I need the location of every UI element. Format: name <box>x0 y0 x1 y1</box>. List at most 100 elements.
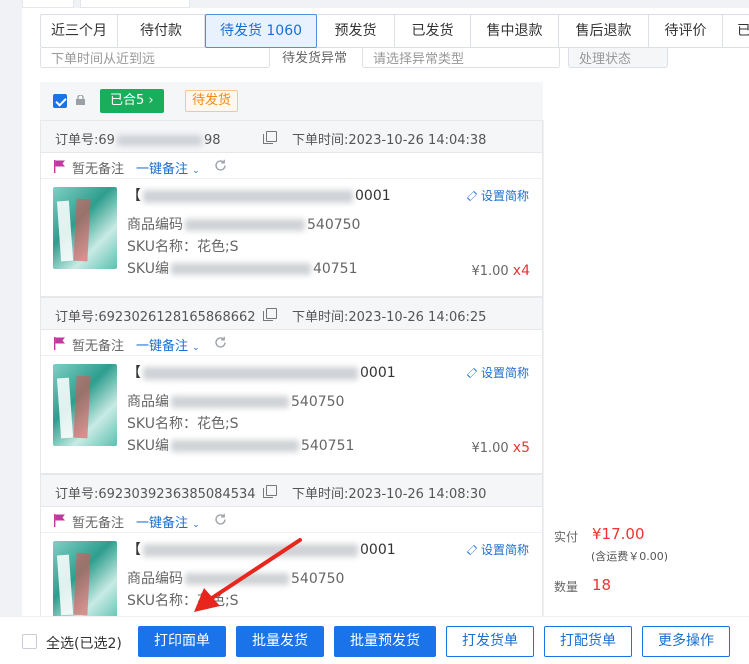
order-item: 【 0001 商品编码 540750 SKU名称：花色;S SKU编 40751 设置… <box>41 179 542 291</box>
remark-row: 暂无备注 一键备注 ⌄ <box>41 507 542 533</box>
order-summary-panel: 实付 ¥17.00 (含运费￥0.00) 数量 18 <box>543 120 749 616</box>
order-header: 订单号:6923039236385084534 下单时间:2023-10-26 … <box>41 475 542 507</box>
remark-text: 暂无备注 <box>72 516 125 531</box>
flag-icon[interactable] <box>53 336 67 350</box>
flag-icon[interactable] <box>53 159 67 173</box>
one-click-remark-label: 一键备注 <box>136 516 189 531</box>
process-status-select[interactable]: 处理状态 <box>568 48 668 68</box>
order-number-prefix: 订单号:69 <box>55 133 115 148</box>
sku-code-suffix: 40751 <box>312 261 358 277</box>
chevron-down-icon: ⌄ <box>192 343 200 353</box>
one-click-remark-label: 一键备注 <box>136 162 189 177</box>
order-card: 订单号:6923026128165868662 下单时间:2023-10-26 … <box>40 297 543 474</box>
remark-row: 暂无备注 一键备注 ⌄ <box>41 330 542 356</box>
order-time: 下单时间:2023-10-26 14:06:25 <box>292 310 487 325</box>
batch-pre-ship-button[interactable]: 批量预发货 <box>334 626 436 657</box>
tab-refund-in-progress[interactable]: 售中退款 <box>471 15 559 47</box>
product-name-suffix: 0001 <box>355 188 391 204</box>
top-tab-strip <box>22 0 749 8</box>
product-code: 商品编 540750 <box>127 391 344 411</box>
tab-pending-shipment[interactable]: 待发货 1060 <box>205 14 317 48</box>
more-actions-button[interactable]: 更多操作 <box>642 626 730 657</box>
order-list: 订单号:69 98 下单时间:2023-10-26 14:04:38 暂无备注 一… <box>40 120 543 616</box>
copy-icon[interactable] <box>263 308 277 321</box>
masked-text <box>185 219 305 231</box>
sku-code: SKU编 40751 <box>127 258 358 278</box>
pending-status-tag: 待发货 <box>185 90 239 112</box>
print-shipping-list-button[interactable]: 打发货单 <box>446 626 534 657</box>
paid-label: 实付 <box>554 530 579 544</box>
merged-orders-button[interactable]: 已合5 › <box>100 89 164 113</box>
refresh-icon[interactable] <box>213 335 228 350</box>
shipping-note: (含运费￥0.00) <box>591 550 669 563</box>
edit-icon <box>466 544 478 556</box>
select-all-checkbox[interactable] <box>22 634 37 649</box>
one-click-remark-button[interactable]: 一键备注 ⌄ <box>136 335 200 354</box>
sku-name: SKU名称：花色;S <box>127 416 239 432</box>
set-short-name-link[interactable]: 设置简称 <box>466 187 530 204</box>
order-number: 订单号:6923039236385084534 <box>55 487 256 502</box>
tab-more[interactable]: 已 <box>723 15 749 47</box>
set-short-name-link[interactable]: 设置简称 <box>466 364 529 381</box>
set-short-name-link[interactable]: 设置简称 <box>466 541 530 558</box>
masked-text <box>143 189 353 203</box>
print-waybill-button[interactable]: 打印面单 <box>138 626 226 657</box>
set-short-name-label: 设置简称 <box>481 543 530 557</box>
one-click-remark-button[interactable]: 一键备注 ⌄ <box>136 158 200 177</box>
exception-label: 待发货异常 <box>282 51 348 66</box>
product-code-label: 商品编码 <box>127 571 183 587</box>
refresh-icon[interactable] <box>213 158 228 173</box>
set-short-name-label: 设置简称 <box>481 189 530 203</box>
order-number-suffix: 98 <box>203 133 221 148</box>
product-name: 【 0001 <box>127 539 396 559</box>
masked-text <box>170 263 311 275</box>
one-click-remark-button[interactable]: 一键备注 ⌄ <box>136 512 200 531</box>
refresh-icon[interactable] <box>213 512 228 527</box>
item-quantity: x4 <box>512 263 530 279</box>
sku-code-label: SKU编 <box>127 438 169 454</box>
product-name: 【 0001 <box>127 362 396 382</box>
merge-group-checkbox[interactable] <box>53 94 67 108</box>
paid-amount: ¥17.00 <box>592 525 645 543</box>
tab-shipped[interactable]: 已发货 <box>395 15 471 47</box>
tab-pending-review[interactable]: 待评价 <box>649 15 723 47</box>
order-time: 下单时间:2023-10-26 14:08:30 <box>292 487 487 502</box>
sort-select[interactable]: 下单时间从近到远 <box>40 48 270 68</box>
sku-name: SKU名称：花色;S <box>127 239 239 255</box>
masked-text <box>143 366 358 380</box>
sku-code-suffix: 540751 <box>300 438 355 454</box>
copy-icon[interactable] <box>263 131 277 144</box>
top-tab-orders[interactable] <box>80 0 190 8</box>
product-name-prefix: 【 <box>127 542 141 558</box>
product-thumbnail[interactable] <box>53 364 117 446</box>
order-card: 订单号:6923039236385084534 下单时间:2023-10-26 … <box>40 474 543 616</box>
masked-text <box>170 440 299 452</box>
filter-row: 下单时间从近到远 待发货异常 请选择异常类型 处理状态 <box>40 48 670 70</box>
batch-ship-button[interactable]: 批量发货 <box>236 626 324 657</box>
order-number: 订单号:6923026128165868662 <box>55 310 256 325</box>
item-quantity: x5 <box>512 440 530 456</box>
order-number: 订单号:69 98 <box>55 129 220 148</box>
product-thumbnail[interactable] <box>53 541 117 616</box>
tab-pending-payment[interactable]: 待付款 <box>118 15 205 47</box>
quantity-value: 18 <box>592 576 612 594</box>
product-thumbnail[interactable] <box>53 187 117 269</box>
product-code-suffix: 540750 <box>291 571 345 587</box>
flag-icon[interactable] <box>53 513 67 527</box>
print-picking-list-button[interactable]: 打配货单 <box>544 626 632 657</box>
top-tab-home[interactable] <box>22 0 74 8</box>
order-header: 订单号:6923026128165868662 下单时间:2023-10-26 … <box>41 298 542 330</box>
remark-text: 暂无备注 <box>72 339 125 354</box>
select-all-label[interactable]: 全选(已选2) <box>46 633 122 653</box>
tab-last-three-months[interactable]: 近三个月 <box>41 15 118 47</box>
tab-after-sale-refund[interactable]: 售后退款 <box>559 15 649 47</box>
product-code: 商品编码 540750 <box>127 214 360 234</box>
exception-select[interactable]: 请选择异常类型 <box>362 48 560 68</box>
tab-pre-shipment[interactable]: 预发货 <box>317 15 395 47</box>
product-name-prefix: 【 <box>127 365 141 381</box>
order-time: 下单时间:2023-10-26 14:04:38 <box>292 133 487 148</box>
lock-icon <box>76 95 85 105</box>
bulk-action-footer: 全选(已选2) 打印面单 批量发货 批量预发货 打发货单 打配货单 更多操作 <box>0 616 749 664</box>
copy-icon[interactable] <box>263 485 277 498</box>
product-code: 商品编码 540750 <box>127 568 344 588</box>
